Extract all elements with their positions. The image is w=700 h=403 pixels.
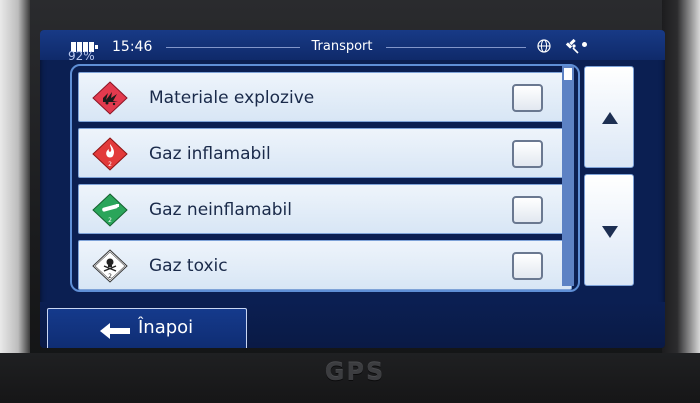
globe-icon[interactable] [537, 39, 551, 53]
non-flammable-gas-icon: 2 [92, 193, 128, 227]
back-button[interactable]: Înapoi [47, 308, 247, 348]
non-flammable-gas-checkbox[interactable] [512, 196, 543, 224]
explosive-hazard-icon [92, 81, 128, 115]
flammable-gas-checkbox[interactable] [512, 140, 543, 168]
arrow-left-icon [100, 323, 130, 339]
scroll-down-button[interactable] [584, 174, 634, 286]
hazmat-list: Materiale explozive 2 Gaz inflamabil 2 G… [70, 64, 580, 292]
title-divider-right [386, 47, 526, 48]
item-label: Materiale explozive [149, 88, 315, 108]
flammable-gas-icon: 2 [92, 137, 128, 171]
brand-logo: GPS [324, 358, 386, 386]
gps-status-dot [582, 42, 587, 47]
scroll-thumb[interactable] [564, 68, 572, 80]
class-number: 2 [108, 217, 112, 224]
scroll-up-button[interactable] [584, 66, 634, 168]
list-item-flammable-gas[interactable]: 2 Gaz inflamabil [78, 128, 572, 178]
arrow-down-icon [602, 226, 618, 238]
arrow-up-icon [602, 112, 618, 124]
background-right [662, 0, 700, 403]
battery-percentage: 92% [68, 49, 95, 63]
device-screen: 92% 15:46 Transport Materiale explozive [40, 30, 665, 348]
list-item-explosive[interactable]: Materiale explozive [78, 72, 572, 122]
toxic-gas-icon: 2 [92, 249, 128, 283]
list-item-non-flammable-gas[interactable]: 2 Gaz neinflamabil [78, 184, 572, 234]
title-divider-left [166, 47, 300, 48]
background-left [0, 0, 30, 403]
item-label: Gaz toxic [149, 256, 228, 276]
page-title: Transport [311, 39, 373, 54]
explosive-checkbox[interactable] [512, 84, 543, 112]
item-label: Gaz inflamabil [149, 144, 271, 164]
item-label: Gaz neinflamabil [149, 200, 292, 220]
status-bar: 92% 15:46 Transport [40, 30, 665, 63]
satellite-icon[interactable] [564, 38, 580, 54]
bottom-bar: Înapoi [40, 302, 665, 348]
clock: 15:46 [112, 39, 153, 55]
back-label: Înapoi [138, 317, 194, 338]
scroll-track[interactable] [562, 66, 574, 286]
class-number: 2 [108, 161, 112, 168]
toxic-gas-checkbox[interactable] [512, 252, 543, 280]
list-item-toxic-gas[interactable]: 2 Gaz toxic [78, 240, 572, 290]
scrollbar[interactable] [562, 66, 636, 286]
class-number: 2 [108, 273, 112, 280]
